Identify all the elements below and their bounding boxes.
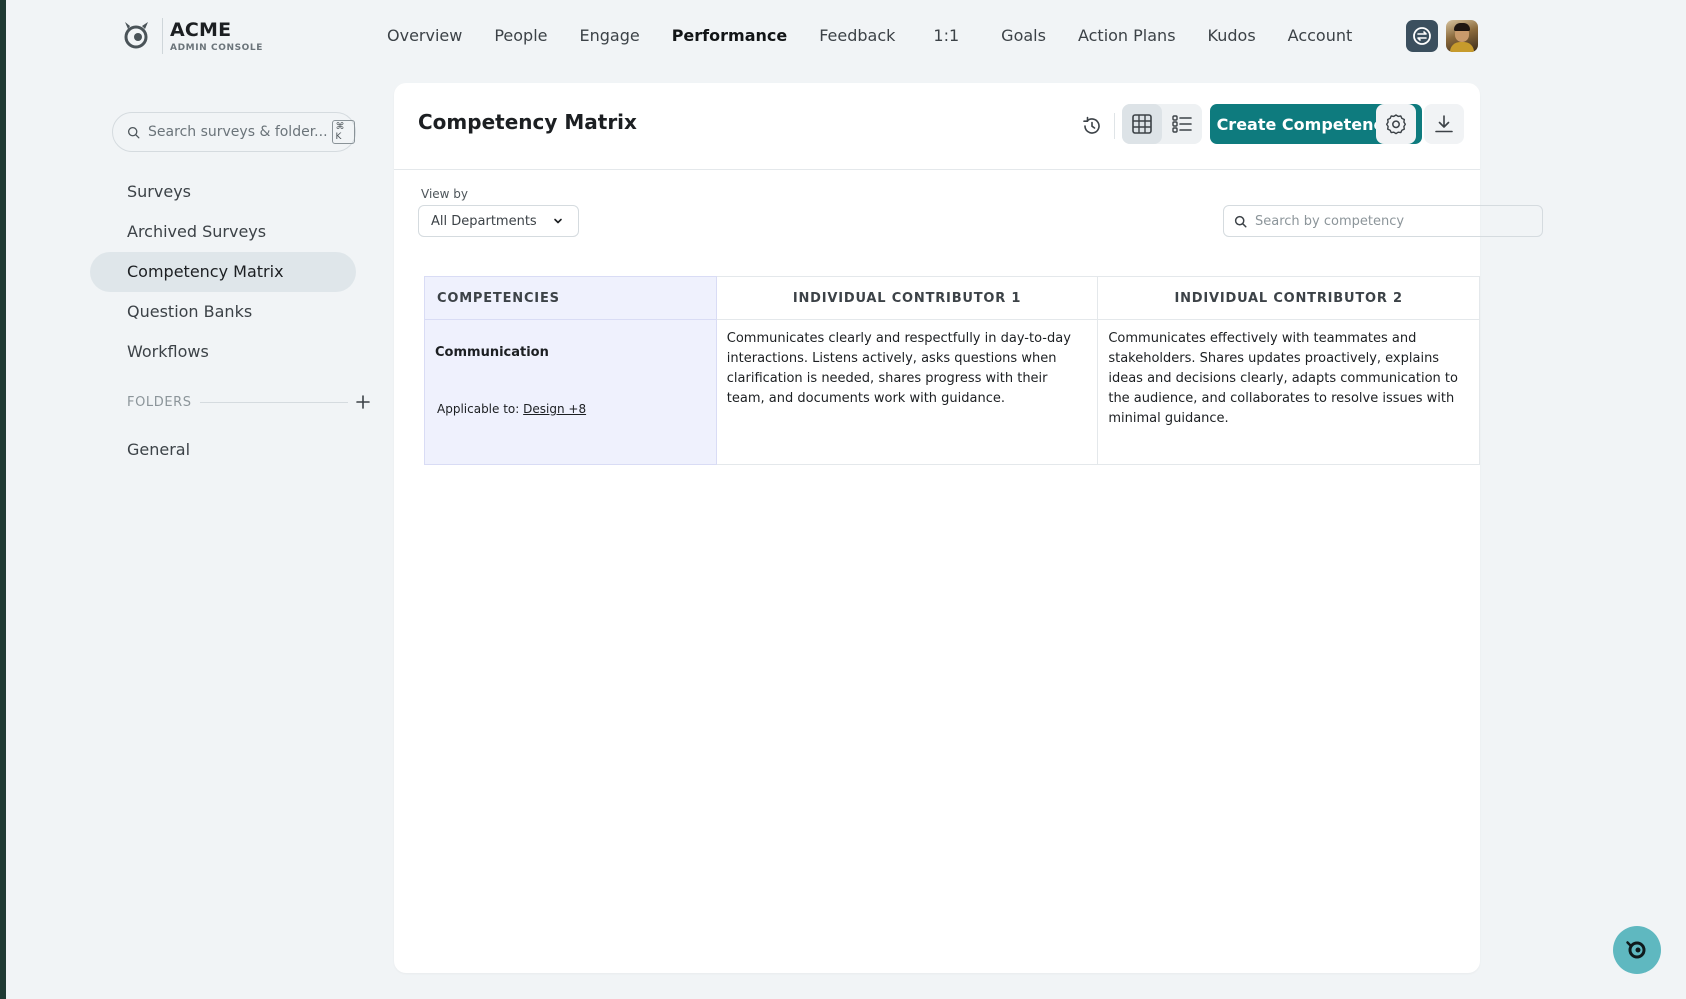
column-header-competencies: COMPETENCIES — [424, 276, 717, 320]
sidebar-item-question-banks[interactable]: Question Banks — [90, 292, 356, 332]
download-icon — [1435, 115, 1453, 133]
list-view-button[interactable] — [1162, 104, 1202, 144]
top-navigation-bar: ACME ADMIN CONSOLE Overview People Engag… — [6, 0, 1686, 72]
brand-logo[interactable]: ACME ADMIN CONSOLE — [121, 18, 263, 54]
applicable-to-label: Applicable to: — [437, 402, 520, 416]
nav-kudos[interactable]: Kudos — [1208, 22, 1256, 50]
folders-label: FOLDERS — [127, 394, 192, 410]
view-by-label: View by — [421, 187, 469, 201]
nav-overview[interactable]: Overview — [387, 22, 462, 50]
sidebar-search-placeholder: Search surveys & folder... — [148, 124, 328, 140]
main-nav: Overview People Engage Performance Feedb… — [387, 22, 1384, 50]
nav-one-on-one[interactable]: 1:1 — [933, 22, 959, 50]
grid-view-icon — [1132, 114, 1152, 134]
applicable-to: Applicable to: Design +8 — [437, 399, 586, 419]
add-folder-button[interactable] — [355, 394, 370, 410]
folders-divider — [199, 401, 348, 403]
history-icon — [1083, 116, 1100, 134]
nav-performance[interactable]: Performance — [672, 22, 788, 50]
column-header-contributor-1: INDIVIDUAL CONTRIBUTOR 1 — [715, 276, 1099, 320]
competency-cell[interactable]: Communication Applicable to: Design +8 — [424, 319, 717, 465]
sidebar-nav-list: Surveys Archived Surveys Competency Matr… — [90, 172, 356, 372]
top-right-actions — [1406, 20, 1478, 52]
nav-feedback[interactable]: Feedback — [819, 22, 895, 50]
applicable-to-link[interactable]: Design +8 — [523, 402, 586, 416]
level-cell-contributor-2[interactable]: Communicates effectively with teammates … — [1097, 319, 1480, 465]
nav-account[interactable]: Account — [1288, 22, 1353, 50]
department-select[interactable]: All Departments — [418, 205, 579, 237]
search-icon — [127, 126, 140, 138]
grid-view-button[interactable] — [1122, 104, 1162, 144]
folders-header: FOLDERS — [90, 390, 370, 414]
sidebar-search-input[interactable]: Search surveys & folder... ⌘ K — [112, 112, 356, 152]
column-header-contributor-2: INDIVIDUAL CONTRIBUTOR 2 — [1097, 276, 1480, 320]
chevron-down-icon — [554, 218, 562, 224]
folder-item-general[interactable]: General — [90, 430, 356, 470]
sidebar-item-archived-surveys[interactable]: Archived Surveys — [90, 212, 356, 252]
nav-goals[interactable]: Goals — [1001, 22, 1046, 50]
history-button[interactable] — [1074, 108, 1110, 144]
workspace-switch-button[interactable] — [1406, 20, 1438, 52]
app-root: ACME ADMIN CONSOLE Overview People Engag… — [6, 0, 1686, 999]
chat-support-button[interactable] — [1613, 926, 1661, 974]
search-icon — [1234, 215, 1247, 228]
competency-search-placeholder: Search by competency — [1255, 213, 1405, 229]
sidebar: Search surveys & folder... ⌘ K Surveys A… — [90, 112, 370, 470]
card-header: Competency Matrix Create Competency — [394, 83, 1480, 170]
create-competency-label: Create Competency — [1216, 114, 1394, 134]
table-header-row: COMPETENCIES INDIVIDUAL CONTRIBUTOR 1 IN… — [424, 276, 1480, 320]
brand-subtitle: ADMIN CONSOLE — [170, 43, 264, 53]
acme-logo-icon — [124, 22, 148, 49]
competency-name: Communication — [435, 345, 549, 360]
sidebar-item-surveys[interactable]: Surveys — [90, 172, 356, 212]
settings-icon — [1386, 114, 1406, 135]
department-select-value: All Departments — [431, 213, 537, 229]
nav-people[interactable]: People — [494, 22, 547, 50]
table-row: Communication Applicable to: Design +8 C… — [424, 319, 1480, 465]
brand-name: ACME — [170, 19, 232, 41]
main-card: Competency Matrix Create Competency View… — [394, 83, 1543, 973]
search-shortcut-badge: ⌘ K — [331, 120, 355, 144]
view-toggle — [1122, 104, 1202, 144]
competency-matrix-table: COMPETENCIES INDIVIDUAL CONTRIBUTOR 1 IN… — [424, 276, 1480, 465]
switch-icon — [1413, 27, 1431, 45]
download-button[interactable] — [1424, 104, 1464, 144]
header-divider — [1114, 113, 1115, 139]
brand-divider — [162, 18, 163, 54]
sidebar-item-workflows[interactable]: Workflows — [90, 332, 356, 372]
list-view-icon — [1172, 115, 1192, 133]
chat-icon — [1626, 941, 1646, 959]
page-title: Competency Matrix — [418, 110, 637, 134]
nav-action-plans[interactable]: Action Plans — [1078, 22, 1176, 50]
level-cell-contributor-1[interactable]: Communicates clearly and respectfully in… — [715, 319, 1099, 465]
settings-button[interactable] — [1376, 104, 1416, 144]
nav-engage[interactable]: Engage — [579, 22, 639, 50]
plus-icon — [355, 395, 370, 409]
competency-search-input[interactable]: Search by competency — [1223, 205, 1543, 237]
sidebar-item-competency-matrix[interactable]: Competency Matrix — [90, 252, 356, 292]
filters-bar: View by All Departments Search by compet… — [394, 170, 1543, 260]
user-avatar[interactable] — [1446, 20, 1478, 52]
